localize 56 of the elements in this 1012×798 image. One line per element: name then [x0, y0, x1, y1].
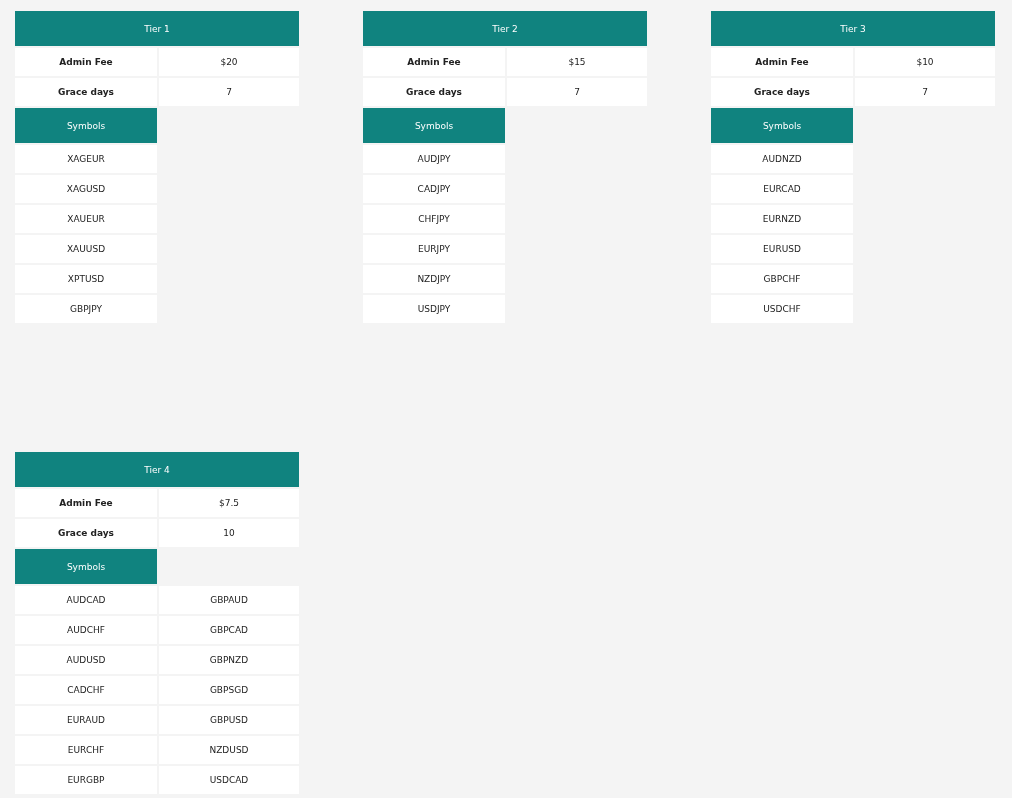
- tier-header: Tier 1: [15, 11, 299, 46]
- symbol-cell: CADCHF: [15, 676, 157, 704]
- tier-header: Tier 2: [363, 11, 647, 46]
- symbol-cell: XPTUSD: [15, 265, 157, 293]
- symbol-cell: EURGBP: [15, 766, 157, 794]
- fee-value-cell: $10: [855, 48, 995, 76]
- fee-value-cell: $20: [159, 48, 299, 76]
- fee-label-cell: Admin Fee: [15, 489, 157, 517]
- symbol-cell: AUDNZD: [711, 145, 853, 173]
- fee-label-cell: Admin Fee: [15, 48, 157, 76]
- symbol-cell: GBPAUD: [159, 586, 299, 614]
- symbol-cell: GBPSGD: [159, 676, 299, 704]
- fee-label-cell: Grace days: [711, 78, 853, 106]
- fee-label-cell: Admin Fee: [363, 48, 505, 76]
- symbol-cell: XAGEUR: [15, 145, 157, 173]
- symbol-cell: NZDJPY: [363, 265, 505, 293]
- symbol-cell: EURAUD: [15, 706, 157, 734]
- symbol-cell: AUDUSD: [15, 646, 157, 674]
- symbol-cell: USDCAD: [159, 766, 299, 794]
- symbol-cell: CADJPY: [363, 175, 505, 203]
- fee-value-cell: 7: [507, 78, 647, 106]
- fee-label-cell: Admin Fee: [711, 48, 853, 76]
- fee-value-cell: $7.5: [159, 489, 299, 517]
- symbols-header: Symbols: [15, 108, 157, 143]
- symbols-header: Symbols: [363, 108, 505, 143]
- symbol-cell: AUDCHF: [15, 616, 157, 644]
- fee-value-cell: 7: [159, 78, 299, 106]
- symbol-cell: USDCHF: [711, 295, 853, 323]
- fee-value-cell: 10: [159, 519, 299, 547]
- fee-value-cell: $15: [507, 48, 647, 76]
- fee-label-cell: Grace days: [363, 78, 505, 106]
- symbol-cell: GBPCAD: [159, 616, 299, 644]
- symbol-cell: XAGUSD: [15, 175, 157, 203]
- tier-header: Tier 3: [711, 11, 995, 46]
- symbol-cell: GBPCHF: [711, 265, 853, 293]
- symbol-cell: XAUUSD: [15, 235, 157, 263]
- symbol-cell: USDJPY: [363, 295, 505, 323]
- symbol-cell: GBPJPY: [15, 295, 157, 323]
- symbol-cell: GBPUSD: [159, 706, 299, 734]
- symbol-cell: CHFJPY: [363, 205, 505, 233]
- symbol-cell: EURJPY: [363, 235, 505, 263]
- symbol-cell: AUDJPY: [363, 145, 505, 173]
- tier-header: Tier 4: [15, 452, 299, 487]
- symbols-header: Symbols: [711, 108, 853, 143]
- symbols-header: Symbols: [15, 549, 157, 584]
- symbol-cell: NZDUSD: [159, 736, 299, 764]
- symbol-cell: GBPNZD: [159, 646, 299, 674]
- symbol-cell: XAUEUR: [15, 205, 157, 233]
- symbol-cell: AUDCAD: [15, 586, 157, 614]
- symbol-cell: EURUSD: [711, 235, 853, 263]
- symbol-cell: EURCHF: [15, 736, 157, 764]
- fee-label-cell: Grace days: [15, 78, 157, 106]
- fee-label-cell: Grace days: [15, 519, 157, 547]
- fee-value-cell: 7: [855, 78, 995, 106]
- symbol-cell: EURNZD: [711, 205, 853, 233]
- symbol-cell: EURCAD: [711, 175, 853, 203]
